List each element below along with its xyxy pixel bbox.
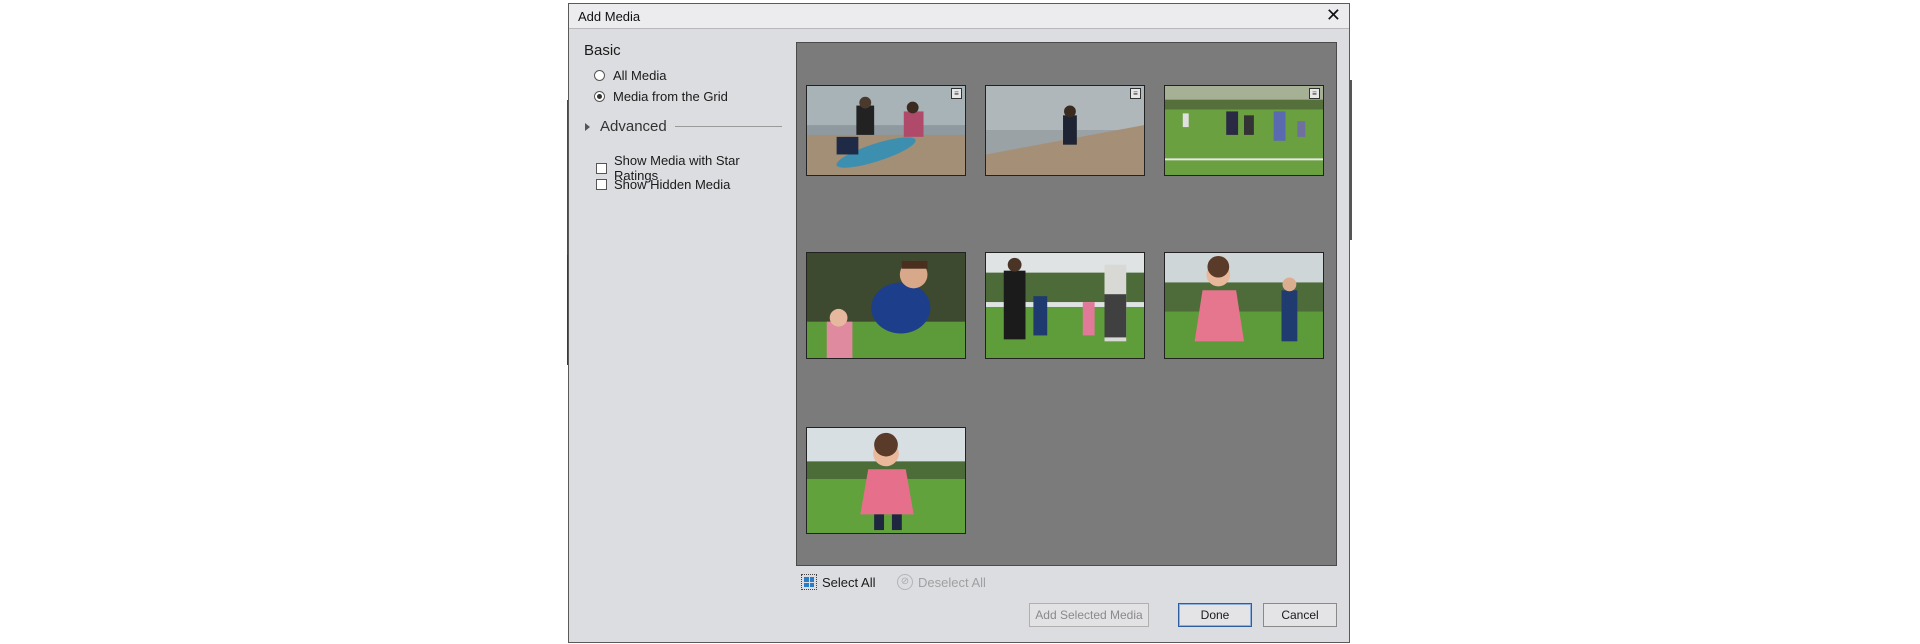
background-window-edge [1350, 80, 1352, 240]
stack-icon[interactable]: ≡ [1309, 88, 1320, 99]
checkbox-label: Show Hidden Media [614, 177, 731, 192]
photo-family-walking-grass [986, 253, 1144, 358]
media-grid: ≡ ≡ ≡ [796, 42, 1337, 566]
media-thumbnail[interactable] [806, 252, 966, 359]
radio-button[interactable] [594, 91, 605, 102]
done-button[interactable]: Done [1178, 603, 1252, 627]
filter-panel: Basic All Media Media from the Grid Adva… [569, 28, 787, 642]
deselect-all-button[interactable]: ⊘ Deselect All [897, 574, 986, 590]
expand-triangle-icon[interactable] [585, 122, 590, 131]
radio-label: Media from the Grid [613, 89, 728, 104]
advanced-expander[interactable]: Advanced [585, 118, 782, 135]
media-thumbnail[interactable]: ≡ [985, 85, 1145, 176]
advanced-label: Advanced [600, 118, 667, 135]
close-icon[interactable]: ✕ [1326, 6, 1341, 24]
divider [674, 126, 782, 127]
photo-girl-pink-and-boy [1165, 253, 1323, 358]
photo-child-on-beach [986, 86, 1144, 175]
deselect-all-icon: ⊘ [897, 574, 913, 590]
dialog-titlebar: Add Media ✕ [569, 4, 1349, 29]
deselect-all-label: Deselect All [918, 574, 986, 590]
photo-boy-running-blue-jacket [807, 253, 965, 358]
media-thumbnail[interactable] [985, 252, 1145, 359]
radio-label: All Media [613, 68, 667, 83]
checkbox[interactable] [596, 179, 607, 190]
media-thumbnail[interactable] [1164, 252, 1324, 359]
dialog-title: Add Media [578, 9, 641, 24]
radio-button[interactable] [594, 70, 605, 81]
select-all-label: Select All [822, 574, 876, 590]
select-all-icon [801, 574, 817, 590]
radio-media-from-grid[interactable]: Media from the Grid [594, 89, 728, 104]
media-thumbnail[interactable]: ≡ [1164, 85, 1324, 176]
stack-icon[interactable]: ≡ [1130, 88, 1141, 99]
media-thumbnail[interactable]: ≡ [806, 85, 966, 176]
checkbox-hidden-media[interactable]: Show Hidden Media [596, 177, 730, 192]
cancel-button[interactable]: Cancel [1263, 603, 1337, 627]
checkbox[interactable] [596, 162, 607, 174]
add-selected-media-button[interactable]: Add Selected Media [1029, 603, 1149, 627]
select-all-button[interactable]: Select All [801, 574, 875, 590]
photo-family-beach-kayak [807, 86, 965, 175]
add-media-dialog: Add Media ✕ Basic All Media Media from t… [568, 3, 1350, 643]
photo-group-on-grass [1165, 86, 1323, 175]
media-thumbnail[interactable] [806, 427, 966, 534]
radio-all-media[interactable]: All Media [594, 68, 666, 83]
photo-girl-pink-running [807, 428, 965, 533]
basic-heading: Basic [584, 42, 621, 59]
stack-icon[interactable]: ≡ [951, 88, 962, 99]
